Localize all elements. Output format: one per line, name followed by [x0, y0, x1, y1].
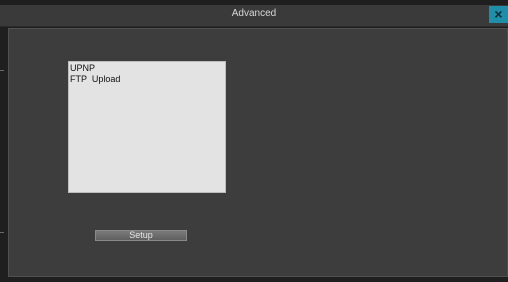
services-listbox[interactable]: UPNP FTP Upload — [68, 61, 226, 193]
list-item-ftp-upload[interactable]: FTP Upload — [70, 74, 224, 85]
close-button[interactable]: × — [489, 6, 508, 23]
setup-button[interactable]: Setup — [95, 230, 187, 241]
list-item-upnp[interactable]: UPNP — [70, 63, 224, 74]
left-edge-mark — [0, 70, 4, 71]
window-title: Advanced — [231, 8, 277, 19]
close-icon: × — [494, 6, 503, 22]
title-bar: Advanced × — [0, 5, 508, 27]
advanced-dialog: Advanced × UPNP FTP Upload Setup — [0, 0, 508, 282]
left-edge-mark-lower — [0, 232, 4, 233]
